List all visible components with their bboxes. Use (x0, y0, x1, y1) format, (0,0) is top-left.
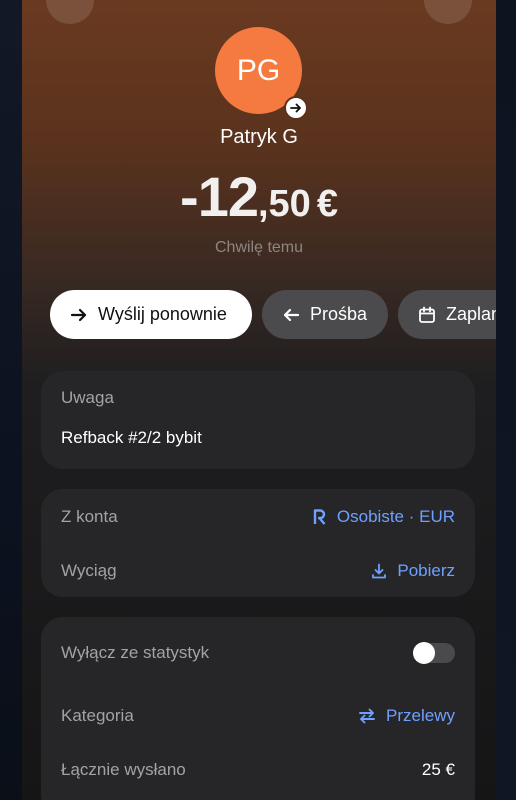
arrow-right-icon (70, 306, 88, 324)
account-card: Z konta Osobiste · EUR Wyciąg Pobierz (41, 489, 475, 597)
statement-label: Wyciąg (61, 561, 117, 580)
swap-arrows-icon (358, 708, 376, 724)
request-label: Prośba (310, 304, 368, 324)
schedule-button[interactable]: Zaplanuj (398, 290, 496, 339)
note-card[interactable]: Uwaga Refback #2/2 bybit (41, 371, 475, 469)
send-again-button[interactable]: Wyślij ponownie (50, 290, 252, 339)
amount-integer: -12 (180, 165, 259, 228)
note-label: Uwaga (61, 388, 114, 407)
statement-download-link[interactable]: Pobierz (371, 561, 455, 581)
arrow-left-icon (282, 306, 300, 324)
exclude-stats-toggle[interactable] (413, 642, 455, 664)
category-value: Przelewy (386, 706, 455, 725)
next-sheet-edge (496, 0, 516, 800)
note-text: Refback #2/2 bybit (61, 428, 202, 447)
note-label-row: Uwaga (61, 386, 455, 410)
from-account-row[interactable]: Z konta Osobiste · EUR (61, 505, 455, 529)
details-card: Wyłącz ze statystyk Kategoria Przelewy Ł… (41, 617, 475, 800)
outgoing-arrow-icon (284, 96, 308, 120)
revolut-r-icon (313, 509, 327, 525)
amount-decimal: ,50 (257, 183, 311, 225)
more-button[interactable] (424, 0, 472, 24)
exclude-stats-label: Wyłącz ze statystyk (61, 643, 210, 662)
transaction-amount: -12,50 € (22, 164, 496, 229)
category-link[interactable]: Przelewy (358, 706, 455, 726)
send-again-label: Wyślij ponownie (98, 304, 227, 324)
transaction-sheet: PG Patryk G -12,50 € Chwilę temu Wyślij p… (22, 0, 496, 800)
close-button[interactable] (46, 0, 94, 24)
request-button[interactable]: Prośba (262, 290, 388, 339)
schedule-label: Zaplanuj (446, 304, 496, 324)
contact-name[interactable]: Patryk G (22, 126, 496, 149)
transaction-time: Chwilę temu (214, 239, 304, 256)
avatar-initials: PG (236, 53, 281, 87)
category-row[interactable]: Kategoria Przelewy (61, 704, 455, 728)
calendar-icon (418, 306, 436, 324)
note-text-row: Refback #2/2 bybit (61, 426, 455, 450)
total-sent-value: 25 € (421, 760, 455, 779)
toggle-knob (413, 642, 435, 664)
from-account-label: Z konta (61, 507, 118, 526)
from-account-link[interactable]: Osobiste · EUR (313, 507, 455, 527)
download-icon (371, 563, 387, 579)
category-label: Kategoria (61, 706, 134, 725)
from-account-value: Osobiste · EUR (336, 507, 455, 526)
total-sent-label: Łącznie wysłano (61, 760, 186, 779)
action-buttons: Wyślij ponownie Prośba Zaplanuj (50, 290, 496, 340)
total-sent-row: Łącznie wysłano 25 € (61, 758, 455, 782)
amount-currency: € (316, 183, 338, 225)
statement-value: Pobierz (397, 561, 455, 580)
statement-row[interactable]: Wyciąg Pobierz (61, 559, 455, 583)
exclude-stats-row: Wyłącz ze statystyk (61, 641, 455, 665)
